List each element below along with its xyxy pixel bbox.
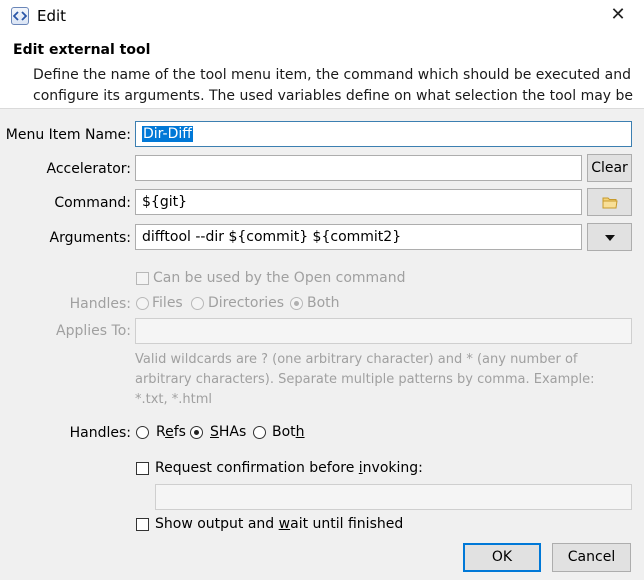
wildcard-hint: Valid wildcards are ? (one arbitrary cha… — [135, 352, 595, 407]
command-input[interactable]: ${git} — [135, 189, 582, 215]
handles-shas-radio[interactable] — [190, 426, 203, 439]
folder-icon — [602, 197, 618, 209]
show-output-label: Show output and wait until finished — [155, 516, 404, 532]
handles-shas-label: SHAs — [210, 424, 247, 440]
applies-to-input[interactable] — [135, 318, 632, 344]
close-icon[interactable]: ✕ — [606, 4, 630, 28]
handles-both-radio[interactable] — [290, 297, 303, 310]
handles-refs-radio[interactable] — [136, 426, 149, 439]
accelerator-label: Accelerator: — [46, 161, 131, 177]
arguments-variables-button[interactable] — [587, 223, 632, 251]
show-output-checkbox[interactable] — [136, 518, 149, 531]
triangle-down-icon — [605, 235, 615, 241]
menu-item-name-input[interactable]: Dir-Diff — [135, 121, 632, 147]
handles-refs-label: Refs — [156, 424, 186, 440]
dialog-heading: Edit external tool — [13, 42, 151, 58]
app-icon — [11, 7, 29, 25]
open-command-checkbox[interactable] — [136, 272, 149, 285]
clear-button[interactable]: Clear — [587, 154, 632, 182]
request-confirmation-checkbox[interactable] — [136, 462, 149, 475]
commit-handles-label: Handles: — [69, 425, 131, 441]
menu-item-name-label: Menu Item Name: — [5, 127, 131, 143]
handles-both-label: Both — [307, 295, 340, 311]
handles-files-radio[interactable] — [136, 297, 149, 310]
handles-directories-label: Directories — [208, 295, 285, 311]
file-handles-label: Handles: — [69, 296, 131, 312]
command-label: Command: — [54, 195, 131, 211]
handles-files-label: Files — [152, 295, 183, 311]
cancel-button[interactable]: Cancel — [552, 543, 631, 572]
handles-both-commits-label: Both — [272, 424, 305, 440]
browse-command-button[interactable] — [587, 188, 632, 216]
handles-both-commits-radio[interactable] — [253, 426, 266, 439]
confirmation-text-input[interactable] — [155, 484, 632, 510]
ok-button[interactable]: OK — [463, 543, 541, 572]
menu-item-name-value: Dir-Diff — [142, 126, 193, 142]
handles-directories-radio[interactable] — [191, 297, 204, 310]
accelerator-input[interactable] — [135, 155, 582, 181]
dialog-header: Edit external tool Define the name of th… — [0, 34, 644, 125]
open-command-label: Can be used by the Open command — [153, 270, 406, 286]
arguments-input[interactable]: difftool --dir ${commit} ${commit2} — [135, 224, 582, 250]
applies-to-label: Applies To: — [56, 323, 131, 339]
title-bar: Edit ✕ — [0, 0, 644, 34]
request-confirmation-label: Request confirmation before invoking: — [155, 460, 423, 476]
window-title: Edit — [37, 7, 67, 25]
arguments-label: Arguments: — [49, 230, 131, 246]
